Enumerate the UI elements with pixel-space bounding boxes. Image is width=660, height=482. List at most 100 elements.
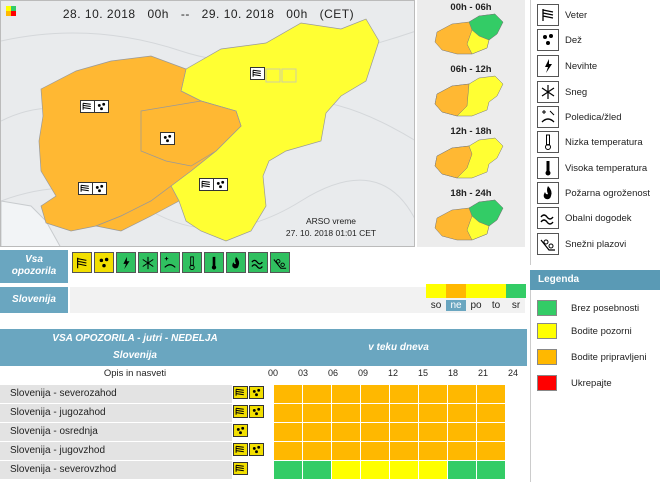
- wind-icon[interactable]: [80, 100, 95, 113]
- high-temperature-icon: [537, 157, 559, 179]
- rain-icon[interactable]: [249, 405, 264, 418]
- timeline-cell: [419, 385, 448, 403]
- legend-item-thunderstorm[interactable]: Nevihte: [537, 54, 597, 78]
- filter-rain-button[interactable]: [94, 252, 114, 273]
- legend-item-fire[interactable]: Požarna ogroženost: [537, 181, 650, 205]
- all-warnings-label[interactable]: Vsa opozorila: [0, 250, 68, 283]
- timeline-cell: [332, 404, 361, 422]
- legend-item-wind[interactable]: Veter: [537, 3, 587, 27]
- legend-label: Sneg: [565, 86, 588, 98]
- timeline-cells: [274, 423, 506, 441]
- filter-snow-button[interactable]: [138, 252, 158, 273]
- timeline-cells: [274, 385, 506, 403]
- wind-icon: [537, 4, 559, 26]
- day-color: [486, 284, 506, 298]
- mini-map-06-12[interactable]: 06h - 12h: [417, 62, 525, 122]
- filter-low-temperature-button[interactable]: [182, 252, 202, 273]
- thunderstorm-icon: [537, 55, 559, 77]
- region-name[interactable]: Slovenija - jugovzhod: [0, 442, 232, 460]
- wind-icon[interactable]: [233, 462, 248, 475]
- legend-item-snow[interactable]: Sneg: [537, 80, 587, 104]
- wind-icon[interactable]: [233, 443, 248, 456]
- region-name[interactable]: Slovenija - severozahod: [0, 385, 232, 403]
- region-name[interactable]: Slovenija - jugozahod: [0, 404, 232, 422]
- table-row[interactable]: Slovenija - severovzhod: [0, 461, 527, 479]
- region-label[interactable]: Slovenija: [0, 287, 68, 313]
- timeline-cell: [448, 423, 477, 441]
- wind-icon[interactable]: [250, 67, 265, 80]
- day-label: so: [430, 300, 442, 311]
- table-row[interactable]: Slovenija - jugozahod: [0, 404, 527, 422]
- wind-icon[interactable]: [78, 182, 93, 195]
- time-period-maps: 00h - 06h 06h - 12h 12h - 18h 18h - 24h: [417, 0, 525, 247]
- timeline-cell: [332, 442, 361, 460]
- rain-icon[interactable]: [249, 443, 264, 456]
- mini-map-00-06[interactable]: 00h - 06h: [417, 0, 525, 60]
- legend-label: Dež: [565, 34, 582, 46]
- timeline-cell: [477, 404, 506, 422]
- filter-thunderstorm-button[interactable]: [116, 252, 136, 273]
- timeline-cell: [390, 442, 419, 460]
- timeline-cell: [361, 404, 390, 422]
- rain-icon[interactable]: [94, 100, 109, 113]
- hour-tick: 00: [267, 368, 278, 378]
- day-mon[interactable]: po: [466, 284, 486, 311]
- legend-item-ice[interactable]: Poledica/žled: [537, 105, 622, 129]
- day-sat[interactable]: so: [426, 284, 446, 311]
- day-label: po: [470, 300, 482, 311]
- day-wed[interactable]: sr: [506, 284, 526, 311]
- low-temperature-icon: [537, 131, 559, 153]
- timeline-cell: [448, 461, 477, 479]
- rain-icon[interactable]: [213, 178, 228, 191]
- rain-icon[interactable]: [92, 182, 107, 195]
- day-label: ne: [446, 300, 466, 311]
- rain-icon[interactable]: [160, 132, 175, 145]
- legend-item-rain[interactable]: Dež: [537, 28, 582, 52]
- timeline-cell: [448, 404, 477, 422]
- timeline-cell: [274, 442, 303, 460]
- all-warnings-line2: opozorila: [11, 266, 57, 277]
- wind-icon[interactable]: [233, 386, 248, 399]
- filter-wind-button[interactable]: [72, 252, 92, 273]
- day-tue[interactable]: to: [486, 284, 506, 311]
- legend-item-low-temperature[interactable]: Nizka temperatura: [537, 130, 643, 154]
- day-sun[interactable]: ne: [446, 284, 466, 311]
- timeline-cell: [477, 385, 506, 403]
- wind-icon[interactable]: [199, 178, 214, 191]
- wind-icon[interactable]: [233, 405, 248, 418]
- region-name[interactable]: Slovenija - severovzhod: [0, 461, 232, 479]
- timeline-cell: [361, 423, 390, 441]
- filter-fire-button[interactable]: [226, 252, 246, 273]
- ice-icon: [164, 256, 176, 268]
- filter-coastal-button[interactable]: [248, 252, 268, 273]
- table-row[interactable]: Slovenija - osrednja: [0, 423, 527, 441]
- mini-map-18-24[interactable]: 18h - 24h: [417, 186, 525, 246]
- rain-icon[interactable]: [233, 424, 248, 437]
- description-column-header: Opis in nasveti: [103, 368, 167, 379]
- date-separator: --: [180, 7, 190, 21]
- map-issue-stamp: ARSO vreme 27. 10. 2018 01:01 CET: [251, 215, 411, 239]
- legend-orange: Bodite pripravljeni: [537, 347, 647, 367]
- filter-high-temperature-button[interactable]: [204, 252, 224, 273]
- rain-icon: [537, 29, 559, 51]
- snow-icon: [142, 256, 154, 269]
- mini-map-12-18[interactable]: 12h - 18h: [417, 124, 525, 184]
- color-swatch: [537, 375, 557, 391]
- table-row[interactable]: Slovenija - jugovzhod: [0, 442, 527, 460]
- fire-icon: [232, 256, 240, 268]
- timeline-cell: [274, 385, 303, 403]
- warning-map[interactable]: 28. 10. 2018 00h -- 29. 10. 2018 00h (CE…: [0, 0, 415, 247]
- timezone: (CET): [319, 7, 355, 21]
- table-row[interactable]: Slovenija - severozahod: [0, 385, 527, 403]
- region-name[interactable]: Slovenija - osrednja: [0, 423, 232, 441]
- rain-icon[interactable]: [249, 386, 264, 399]
- legend-item-high-temperature[interactable]: Visoka temperatura: [537, 156, 647, 180]
- legend-green: Brez posebnosti: [537, 298, 639, 318]
- filter-avalanche-button[interactable]: [270, 252, 290, 273]
- filter-ice-button[interactable]: [160, 252, 180, 273]
- legend-item-coastal[interactable]: Obalni dogodek: [537, 206, 632, 230]
- high-temperature-icon: [211, 256, 217, 270]
- hour-tick: 15: [417, 368, 428, 378]
- legend-item-avalanche[interactable]: Snežni plazovi: [537, 232, 626, 256]
- avalanche-icon: [273, 258, 287, 269]
